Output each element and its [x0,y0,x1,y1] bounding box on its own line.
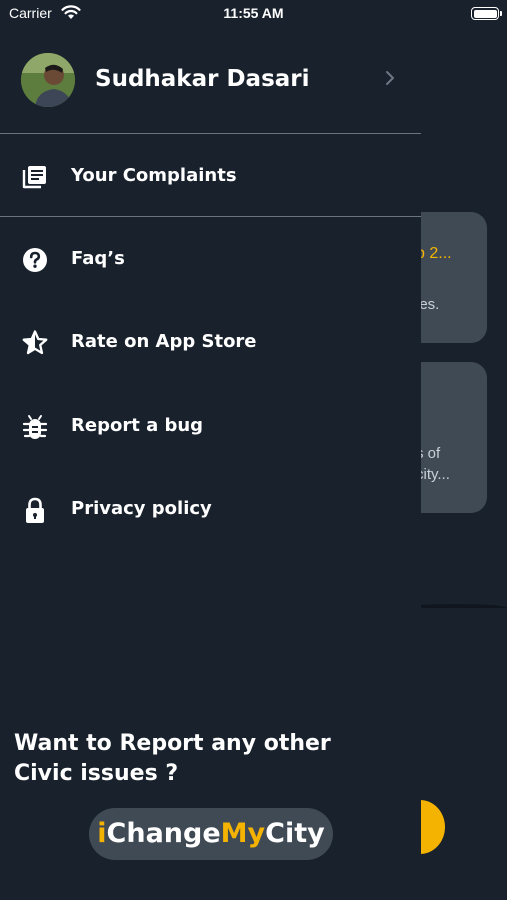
complaint-text: city... [416,466,450,483]
promo-text: Want to Report any other Civic issues ? [14,729,394,789]
chevron-right-icon [384,69,396,91]
brand-logo-part: My [220,818,266,849]
lock-icon [21,496,49,524]
question-circle-icon [21,246,49,274]
brand-logo-part: City [265,818,325,849]
ichangemycity-button[interactable]: iChangeMyCity [89,808,333,860]
brand-logo-part: i [97,818,107,849]
menu-item-privacy-policy[interactable]: Privacy policy [0,479,421,539]
menu-item-report-a-bug[interactable]: Report a bug [0,396,421,456]
avatar [21,53,75,107]
menu-item-label: Your Complaints [71,165,237,186]
menu-item-faqs[interactable]: Faq’s [0,229,421,289]
menu-item-your-complaints[interactable]: Your Complaints [0,146,421,206]
promo-line: Want to Report any other [14,731,331,756]
status-time: 11:55 AM [223,5,284,21]
profile-row[interactable]: Sudhakar Dasari [0,45,421,115]
brand-logo-part: Change [106,818,221,849]
menu-item-label: Rate on App Store [71,331,257,352]
promo-line: Civic issues ? [14,761,179,786]
battery-icon [471,7,502,20]
menu-item-label: Privacy policy [71,498,212,519]
profile-name: Sudhakar Dasari [95,66,310,92]
star-icon [21,329,49,357]
divider [0,216,421,217]
divider [0,133,421,134]
menu-item-label: Faq’s [71,248,125,269]
side-drawer: Sudhakar Dasari Your Complaints Faq’s Ra… [0,0,421,900]
status-bar: Carrier 11:55 AM [0,0,507,28]
menu-item-label: Report a bug [71,415,204,436]
menu-item-rate-on-app-store[interactable]: Rate on App Store [0,312,421,372]
document-list-icon [21,163,49,191]
bug-icon [21,413,49,441]
complaint-date: b 2... [416,245,452,262]
